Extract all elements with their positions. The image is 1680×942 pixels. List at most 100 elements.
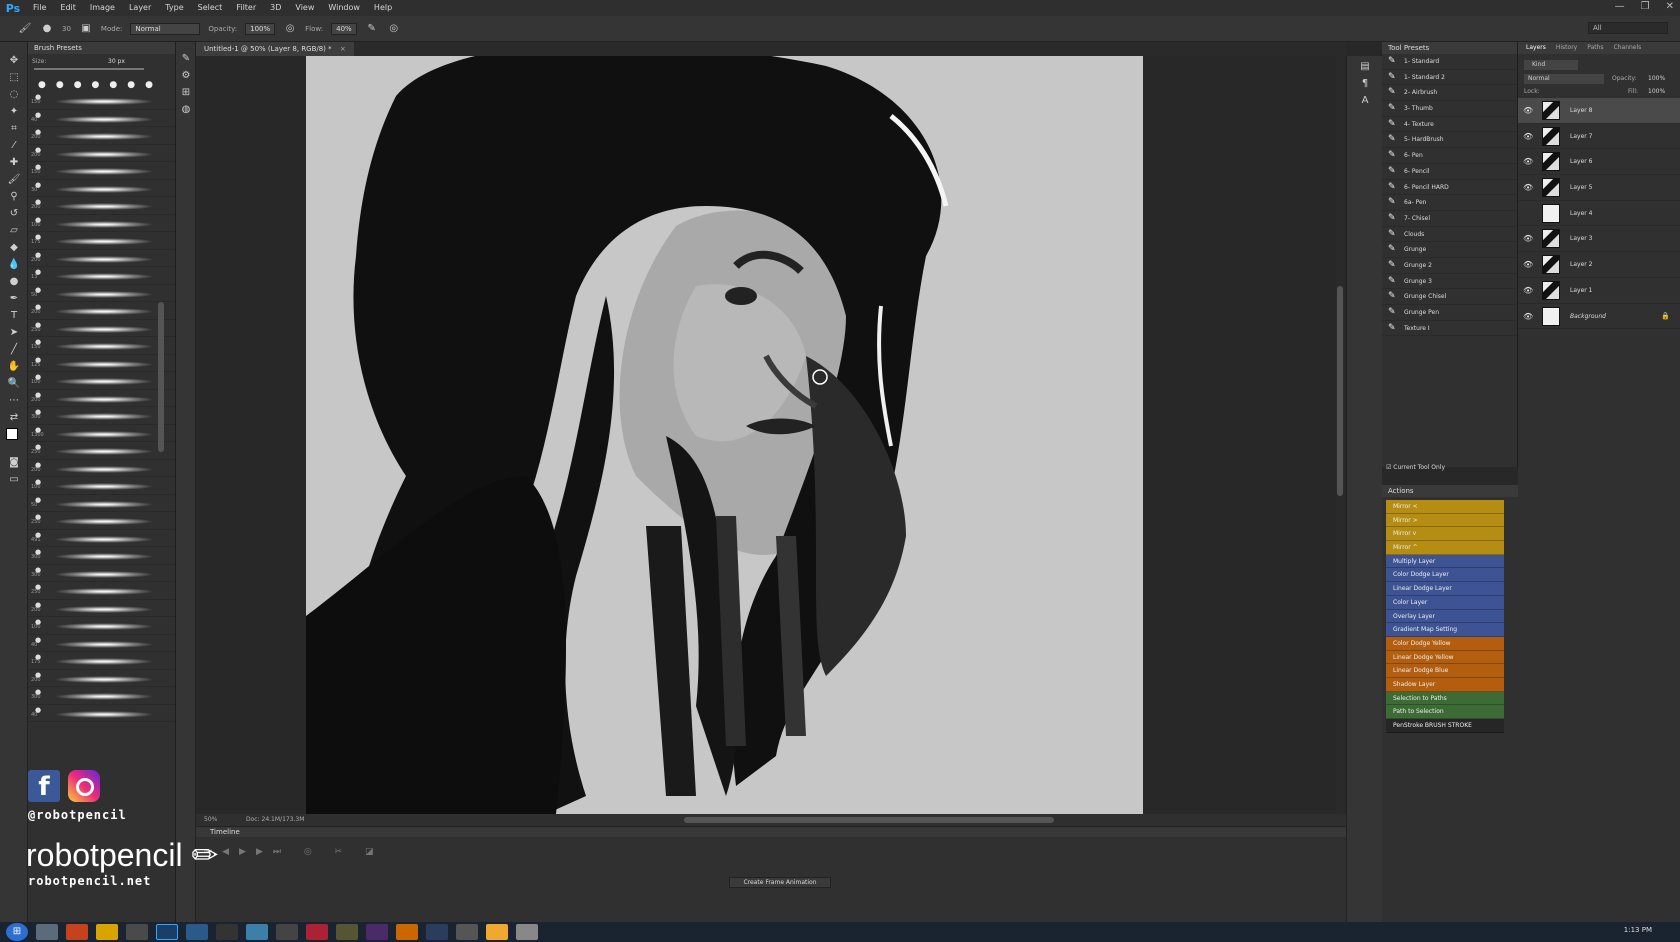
brush-preset-row[interactable]: ● 100 [28, 372, 175, 390]
tool-preset-item[interactable]: ✎ 1- Standard [1382, 54, 1517, 70]
menu-3d[interactable]: 3D [263, 0, 288, 16]
app-icon[interactable] [216, 924, 238, 940]
paragraph-icon[interactable]: ¶ [1347, 75, 1383, 92]
pen-tool-icon[interactable]: ✒ [0, 290, 28, 307]
menu-select[interactable]: Select [191, 0, 230, 16]
brush-preset-row[interactable]: ● 150 [28, 92, 175, 110]
app-icon[interactable] [396, 924, 418, 940]
tool-preset-item[interactable]: ✎ Grunge 3 [1382, 274, 1517, 290]
folder-icon[interactable] [96, 924, 118, 940]
brush-preset-row[interactable]: ● 300 [28, 547, 175, 565]
visibility-eye-icon[interactable]: 👁 [1523, 183, 1535, 193]
app-icon[interactable] [276, 924, 298, 940]
vertical-scrollbar[interactable] [1336, 56, 1344, 814]
brush-preset-row[interactable]: ● 300 [28, 407, 175, 425]
menu-type[interactable]: Type [158, 0, 190, 16]
app-icon[interactable] [486, 924, 508, 940]
tool-preset-item[interactable]: ✎ Grunge Pen [1382, 305, 1517, 321]
action-item[interactable]: Color Layer [1386, 595, 1504, 610]
size-slider[interactable] [34, 68, 144, 70]
layer-row[interactable]: 👁 Background 🔒 [1518, 304, 1680, 330]
character-icon[interactable]: A [1347, 92, 1383, 109]
magic-wand-icon[interactable]: ✦ [0, 103, 28, 120]
brush-preset-row[interactable]: ● 300 [28, 565, 175, 582]
brush-preset-row[interactable]: ● 200 [28, 460, 175, 477]
brush-panel-icon[interactable]: ✎ [176, 50, 196, 67]
pressure-size-icon[interactable]: ◎ [387, 22, 401, 36]
brush-preset-row[interactable]: ● 100 [28, 617, 175, 635]
brush-preset-row[interactable]: ● 250 [28, 442, 175, 460]
mode-select[interactable]: Normal [130, 22, 201, 35]
brush-preset-row[interactable]: ● 200 [28, 600, 175, 617]
visibility-eye-icon[interactable]: 👁 [1523, 234, 1535, 244]
healing-brush-icon[interactable]: ✚ [0, 154, 28, 171]
brush-preset-row[interactable]: ● 200 [28, 302, 175, 320]
properties-icon[interactable]: ▤ [1347, 58, 1383, 75]
opacity-input[interactable]: 100% [245, 22, 276, 35]
document-tab[interactable]: Untitled-1 @ 50% (Layer 8, RGB/8) * × [196, 42, 354, 56]
paint-bucket-icon[interactable]: ◆ [0, 239, 28, 256]
visibility-eye-icon[interactable]: 👁 [1523, 132, 1535, 142]
tool-preset-item[interactable]: ✎ Clouds [1382, 227, 1517, 243]
layer-row[interactable]: Layer 4 [1518, 201, 1680, 227]
visibility-eye-icon[interactable]: 👁 [1523, 312, 1535, 322]
hand-tool-icon[interactable]: ✋ [0, 358, 28, 375]
brush-preset-row[interactable]: ● 100 [28, 215, 175, 232]
tool-preset-item[interactable]: ✎ 6a- Pen [1382, 195, 1517, 211]
move-tool-icon[interactable]: ✥ [0, 52, 28, 69]
vertical-scroll-thumb[interactable] [1337, 286, 1343, 496]
tool-preset-item[interactable]: ✎ 2- Airbrush [1382, 85, 1517, 102]
action-item[interactable]: Mirror < [1386, 500, 1504, 514]
tab-paths[interactable]: Paths [1587, 42, 1603, 54]
app-icon[interactable] [126, 924, 148, 940]
screen-mode-icon[interactable]: ▭ [0, 471, 28, 488]
app-icon[interactable] [456, 924, 478, 940]
tab-channels[interactable]: Channels [1614, 42, 1642, 54]
brush-preset-row[interactable]: ● 491 [28, 530, 175, 547]
layer-row[interactable]: 👁 Layer 7 [1518, 124, 1680, 150]
eraser-icon[interactable]: ▱ [0, 222, 28, 239]
canvas[interactable] [306, 56, 1143, 814]
marquee-tool-icon[interactable]: ⬚ [0, 69, 28, 86]
brush-tool-icon[interactable]: 🖌 [0, 171, 28, 188]
tab-layers[interactable]: Layers [1526, 42, 1546, 54]
action-item[interactable]: Color Dodge Layer [1386, 568, 1504, 583]
layer-row[interactable]: 👁 Layer 5 [1518, 175, 1680, 201]
action-item[interactable]: Path to Selection [1386, 705, 1504, 719]
brush-tool-icon[interactable]: 🖌 [18, 22, 32, 36]
tool-preset-item[interactable]: ✎ Texture I [1382, 321, 1517, 337]
brush-preset-row[interactable]: ● 40 [28, 705, 175, 722]
tool-preset-item[interactable]: ✎ Grunge [1382, 242, 1517, 258]
clone-source-icon[interactable]: ⚙ [176, 67, 196, 84]
clone-stamp-icon[interactable]: ⚲ [0, 188, 28, 205]
layer-fill[interactable]: 100% [1648, 88, 1665, 95]
brush-preset-row[interactable]: ● 200 [28, 250, 175, 267]
brush-preset-row[interactable]: ● 250 [28, 582, 175, 600]
menu-filter[interactable]: Filter [229, 0, 263, 16]
menu-layer[interactable]: Layer [122, 0, 158, 16]
eyedropper-icon[interactable]: ⁄ [0, 137, 28, 154]
type-tool-icon[interactable]: T [0, 307, 28, 324]
action-item[interactable]: Mirror ^ [1386, 541, 1504, 555]
brush-preset-row[interactable]: ● 175 [28, 652, 175, 670]
photoshop-taskbar-icon[interactable] [156, 924, 178, 940]
color-swatches[interactable] [0, 426, 27, 454]
layer-row[interactable]: 👁 Layer 8 [1518, 98, 1680, 124]
brush-preset-row[interactable]: ● 13 [28, 267, 175, 285]
explorer-icon[interactable] [36, 924, 58, 940]
app-icon[interactable] [186, 924, 208, 940]
current-tool-only-checkbox[interactable]: ☑ Current Tool Only [1386, 464, 1445, 471]
app-icon[interactable] [306, 924, 328, 940]
3d-icon[interactable]: ◍ [176, 101, 196, 118]
brush-preset-row[interactable]: ● 1300 [28, 425, 175, 442]
action-item[interactable]: Color Dodge Yellow [1386, 636, 1504, 651]
app-icon[interactable] [516, 924, 538, 940]
app-icon[interactable] [366, 924, 388, 940]
brush-preset-row[interactable]: ● 100 [28, 477, 175, 495]
system-clock[interactable]: 1:13 PM [1624, 926, 1652, 934]
menu-window[interactable]: Window [321, 0, 367, 16]
tool-preset-item[interactable]: ✎ 7- Chisel [1382, 211, 1517, 227]
brush-preset-row[interactable]: ● 200 [28, 145, 175, 162]
restore-button[interactable]: ❐ [1641, 0, 1650, 14]
app-icon[interactable] [336, 924, 358, 940]
